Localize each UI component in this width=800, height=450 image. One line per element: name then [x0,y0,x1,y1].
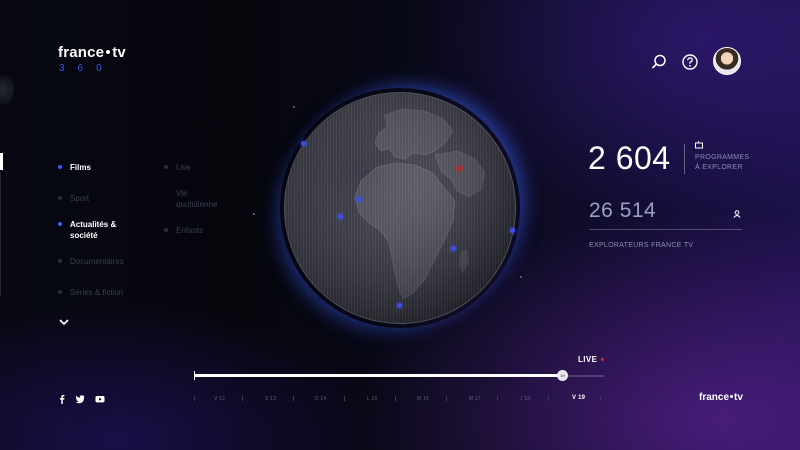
facebook-icon[interactable] [57,394,67,404]
twitter-icon[interactable] [75,394,85,404]
globe-marker[interactable] [357,197,362,202]
menu-item-label: Sport [70,194,90,203]
programs-label-line1: PROGRAMMES [695,154,750,161]
day-label[interactable]: J 18 [520,396,530,402]
continents-map [285,93,515,323]
menu-item-label: Films [70,163,91,172]
programs-label-line2: À EXPLORER [695,164,743,171]
globe-marker-live[interactable] [457,166,462,171]
star-decoration [520,276,522,278]
menu-item-label: Live [176,163,191,172]
menu-item-enfants[interactable]: Enfants [164,225,224,236]
explorers-count: 26 514 [589,199,657,222]
tick-separator [446,396,447,401]
live-label: LIVE [578,355,598,364]
tick-separator [194,396,195,401]
globe[interactable] [284,92,516,324]
timeline-progress [194,374,562,377]
globe-marker[interactable] [510,228,515,233]
tick-separator [242,396,243,401]
scroll-indicator-track [0,172,1,296]
category-dot [58,196,62,200]
globe-marker[interactable] [397,303,402,308]
programs-label: PROGRAMMES À EXPLORER [695,153,749,173]
day-label[interactable]: V 12 [214,396,225,402]
stat-divider [684,144,685,174]
search-icon[interactable] [650,53,668,71]
menu-item-label: Documentaires [70,257,124,266]
tick-separator [395,396,396,401]
explorers-divider [589,229,742,230]
category-dot [58,259,62,263]
live-indicator[interactable]: LIVE [578,355,605,364]
tick-separator [344,396,345,401]
menu-item-documentaires[interactable]: Documentaires [58,256,138,267]
menu-item-label: Vie quotidienne [176,189,218,209]
day-label-current[interactable]: V 19 [572,395,585,401]
live-dot [601,358,605,362]
brand-logo[interactable]: france tv 360 [58,44,126,74]
user-icon [733,210,741,218]
menu-item-actualites[interactable]: Actualités & société [58,219,128,241]
day-label[interactable]: S 13 [265,396,276,402]
menu-item-label: Actualités & société [70,220,117,240]
tick-separator [293,396,294,401]
programs-count: 2 604 [588,140,671,176]
brand-dot [106,50,111,54]
footer-brand-right: tv [734,392,743,403]
menu-item-series-fiction[interactable]: Séries & fiction [58,287,138,298]
chevron-down-icon[interactable] [58,316,70,328]
brand-name-left: france [58,44,105,61]
tick-separator [497,396,498,401]
edge-planet-decoration [0,74,14,106]
star-decoration [253,213,255,215]
brand-name-right: tv [112,44,126,61]
help-icon[interactable] [681,53,699,71]
tv-icon [695,141,703,149]
menu-item-vie-quotidienne[interactable]: Vie quotidienne [164,188,234,210]
user-avatar[interactable] [713,47,741,75]
globe-marker[interactable] [338,214,343,219]
day-label[interactable]: L 15 [367,396,377,402]
day-label[interactable]: M 17 [469,396,481,402]
category-dot [164,228,168,232]
brand-subtitle: 360 [59,63,115,74]
globe-marker[interactable] [301,141,306,146]
menu-item-label: Séries & fiction [70,288,124,297]
timeline-handle[interactable]: 19 [557,370,568,381]
category-dot [58,222,62,226]
youtube-icon[interactable] [95,394,105,404]
timeline-start-marker [194,371,195,380]
star-decoration [293,106,295,108]
day-label[interactable]: M 16 [417,396,429,402]
tick-separator [600,396,601,401]
scroll-indicator-active [0,153,3,170]
timeline-days: V 12 S 13 D 14 L 15 M 16 M 17 J 18 V 19 [194,395,604,405]
menu-item-label: Enfants [176,226,204,235]
explorers-label: EXPLORATEURS FRANCE TV [589,242,694,249]
category-dot [58,165,62,169]
menu-item-live[interactable]: Live [164,162,224,173]
category-dot [58,290,62,294]
tick-separator [548,396,549,401]
menu-item-films[interactable]: Films [58,162,128,173]
category-dot [164,165,168,169]
menu-item-sport[interactable]: Sport [58,193,128,204]
footer-brand-logo[interactable]: france tv [699,392,743,403]
globe-marker[interactable] [451,246,456,251]
footer-brand-dot [730,395,734,398]
day-label[interactable]: D 14 [315,396,326,402]
footer-brand-left: france [699,392,730,403]
